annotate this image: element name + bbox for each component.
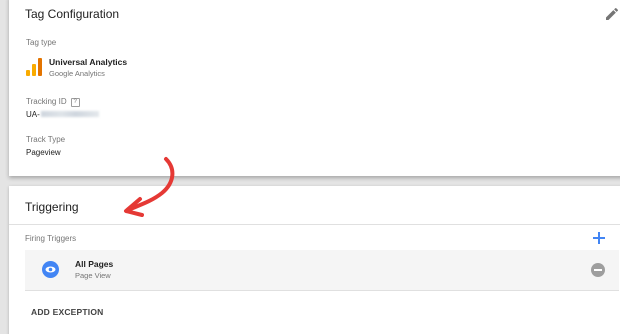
- tracking-id-label: Tracking ID: [26, 97, 67, 106]
- tag-configuration-card[interactable]: Tag Configuration Tag type Universal Ana…: [9, 0, 620, 176]
- trigger-type: Page View: [75, 271, 111, 280]
- tag-name: Universal Analytics: [49, 57, 128, 67]
- pencil-icon[interactable]: [604, 6, 620, 22]
- trigger-row-all-pages[interactable]: All Pages Page View: [25, 250, 619, 291]
- triggering-title: Triggering: [25, 200, 79, 214]
- eye-icon: [42, 261, 59, 278]
- tag-configuration-title: Tag Configuration: [25, 7, 120, 21]
- gtm-tag-editor: Tag Configuration Tag type Universal Ana…: [0, 0, 620, 334]
- minus-circle-icon[interactable]: [591, 263, 605, 277]
- tracking-id-row: Tracking ID?: [26, 97, 80, 107]
- track-type-label: Track Type: [26, 135, 66, 144]
- google-analytics-logo: [26, 58, 42, 76]
- add-exception-button[interactable]: ADD EXCEPTION: [31, 307, 104, 317]
- tracking-id-value-row: UA-: [26, 110, 99, 119]
- firing-triggers-label: Firing Triggers: [25, 234, 77, 243]
- tag-type-label: Tag type: [26, 38, 57, 47]
- tag-vendor: Google Analytics: [49, 69, 105, 78]
- trigger-name: All Pages: [75, 259, 114, 269]
- tracking-id-prefix: UA-: [26, 110, 40, 119]
- tracking-id-redacted: [40, 111, 99, 117]
- section-divider: [9, 224, 620, 225]
- triggering-card[interactable]: Triggering Firing Triggers All Pages Pag…: [9, 186, 620, 334]
- track-type-value: Pageview: [26, 148, 61, 157]
- plus-icon[interactable]: [592, 231, 606, 245]
- help-icon[interactable]: ?: [70, 98, 80, 107]
